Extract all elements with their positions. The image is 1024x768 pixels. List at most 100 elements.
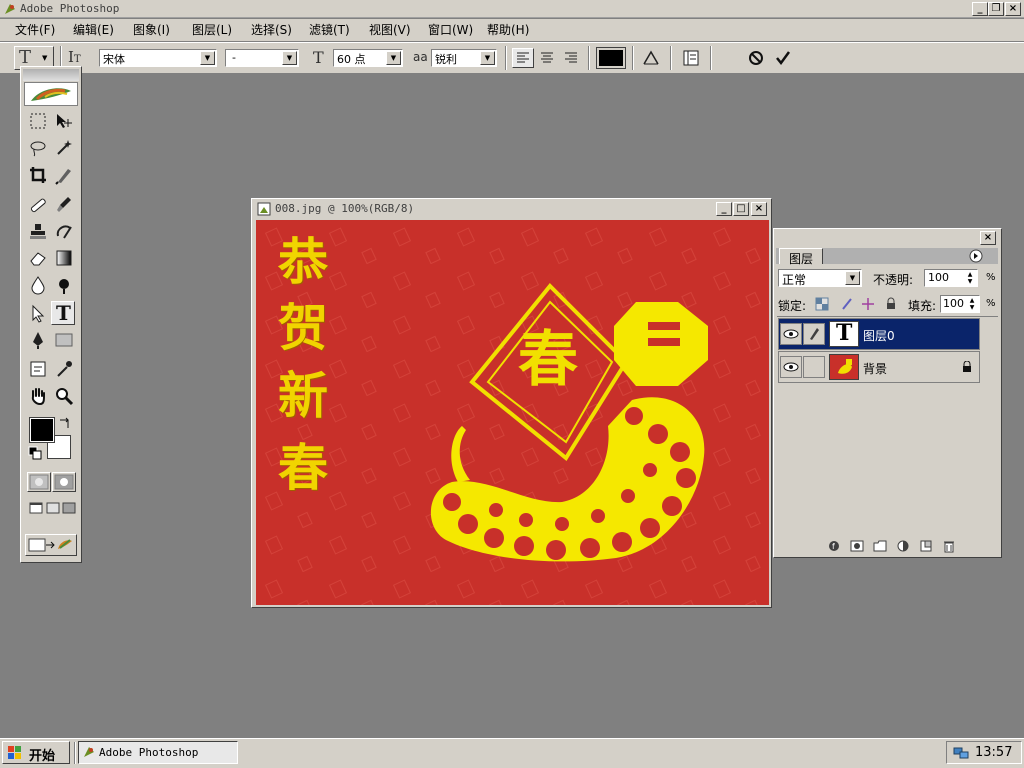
chevron-down-icon[interactable]: ▼ [480,51,495,65]
network-icon[interactable] [953,745,969,761]
font-size-select[interactable]: 60 点 ▼ [333,49,403,67]
pen-tool-icon[interactable] [26,328,50,352]
fill-input[interactable]: 100 ▲ ▼ [940,295,980,313]
opacity-stepper[interactable]: ▲ ▼ [964,271,976,285]
text-orientation-icon[interactable]: IT [68,48,81,66]
lasso-tool-icon[interactable] [26,136,50,160]
hand-tool-icon[interactable] [26,384,50,408]
marquee-tool-icon[interactable] [26,109,50,133]
panel-menu-icon[interactable] [968,249,984,263]
commit-check-icon[interactable] [773,48,793,68]
menu-edit[interactable]: 编辑(E) [70,21,117,39]
layer-row-text[interactable]: T 图层0 [778,318,980,350]
eyedropper-tool-icon[interactable] [52,357,76,381]
type-tool-button[interactable]: T [51,301,75,325]
layers-panel-close-button[interactable]: × [980,231,996,245]
link-slot[interactable] [803,356,825,378]
full-screen-menu-mode-icon[interactable] [45,500,61,516]
blur-tool-icon[interactable] [26,273,50,297]
move-tool-icon[interactable] [52,109,76,133]
standard-mode-button[interactable] [27,472,51,492]
toolbox-grip[interactable] [23,69,79,81]
align-right-button[interactable] [561,49,581,67]
close-button[interactable]: × [1005,2,1021,16]
taskbar-photoshop-button[interactable]: Adobe Photoshop [78,741,238,764]
slice-tool-icon[interactable] [52,163,76,187]
history-brush-tool-icon[interactable] [52,220,76,244]
cancel-icon[interactable] [746,48,766,68]
layer-row-background[interactable]: 背景 [778,351,980,383]
brush-link-icon[interactable] [803,323,825,345]
layers-tab[interactable]: 图层 [779,248,823,266]
chevron-down-icon[interactable]: ▼ [200,51,215,65]
new-layer-icon[interactable] [919,539,933,553]
foreground-color-swatch[interactable] [29,417,55,443]
palettes-icon[interactable] [680,48,702,68]
menu-image[interactable]: 图象(I) [130,21,173,39]
zoom-tool-icon[interactable] [52,384,76,408]
rectangle-tool-icon[interactable] [52,328,76,352]
chevron-down-icon[interactable]: ▼ [386,51,401,65]
adobe-feather-logo[interactable] [24,82,78,106]
default-colors-icon[interactable] [28,446,42,460]
menu-file[interactable]: 文件(F) [12,21,58,39]
trash-icon[interactable] [942,539,956,553]
lock-paint-icon[interactable] [840,297,854,311]
antialias-select[interactable]: 锐利 ▼ [431,49,497,67]
jump-to-imageready-button[interactable] [25,534,77,556]
swap-colors-icon[interactable] [58,416,72,430]
opacity-input[interactable]: 100 ▲ ▼ [924,269,978,287]
align-left-button[interactable] [512,48,534,68]
chevron-down-icon[interactable]: ▼ [845,271,860,285]
font-style-select[interactable]: - ▼ [225,49,299,67]
lock-transparency-icon[interactable] [815,297,829,311]
new-group-icon[interactable] [873,539,887,553]
blend-mode-select[interactable]: 正常 ▼ [778,269,862,287]
font-family-select[interactable]: 宋体 ▼ [99,49,217,67]
notes-tool-icon[interactable] [26,357,50,381]
document-minimize-button[interactable]: _ [716,202,732,216]
document-icon [257,202,271,216]
document-close-button[interactable]: × [751,202,767,216]
eraser-tool-icon[interactable] [26,246,50,270]
visibility-eye-icon[interactable] [780,323,802,345]
menu-layer[interactable]: 图层(L) [189,21,235,39]
start-button[interactable]: 开始 [2,741,70,764]
warp-text-icon[interactable] [640,48,662,68]
menu-help[interactable]: 帮助(H) [484,21,532,39]
app-title-bar: Adobe Photoshop _ ❐ × [0,0,1024,18]
restore-button[interactable]: ❐ [988,2,1004,16]
background-layer-thumbnail [829,354,859,380]
document-title-bar[interactable]: 008.jpg @ 100%(RGB/8) _ □ × [253,200,770,218]
full-screen-mode-icon[interactable] [61,500,77,516]
align-center-button[interactable] [537,49,557,67]
document-maximize-button[interactable]: □ [733,202,749,216]
document-canvas[interactable]: 春 恭 贺 新 春 [256,220,769,605]
fill-stepper[interactable]: ▲ ▼ [966,297,978,311]
font-family-value: 宋体 [103,53,125,66]
magic-wand-tool-icon[interactable] [52,136,76,160]
text-color-swatch[interactable] [596,47,626,69]
menu-window[interactable]: 窗口(W) [425,21,476,39]
standard-screen-mode-icon[interactable] [28,500,44,516]
adjustment-layer-icon[interactable] [896,539,910,553]
lock-all-icon[interactable] [884,297,898,311]
align-center-icon [541,52,553,63]
minimize-button[interactable]: _ [972,2,988,16]
menu-select[interactable]: 选择(S) [248,21,295,39]
lock-move-icon[interactable] [861,297,875,311]
path-selection-tool-icon[interactable] [26,302,50,326]
clone-stamp-tool-icon[interactable] [26,220,50,244]
gradient-tool-icon[interactable] [52,246,76,270]
visibility-eye-icon[interactable] [780,356,802,378]
layer-mask-icon[interactable] [850,539,864,553]
quick-mask-mode-button[interactable] [52,472,76,492]
crop-tool-icon[interactable] [26,163,50,187]
healing-brush-tool-icon[interactable] [26,193,50,217]
brush-tool-icon[interactable] [52,193,76,217]
layer-style-icon[interactable]: f [827,539,841,553]
dodge-tool-icon[interactable] [52,273,76,297]
chevron-down-icon[interactable]: ▼ [282,51,297,65]
menu-filter[interactable]: 滤镜(T) [306,21,353,39]
menu-view[interactable]: 视图(V) [366,21,414,39]
